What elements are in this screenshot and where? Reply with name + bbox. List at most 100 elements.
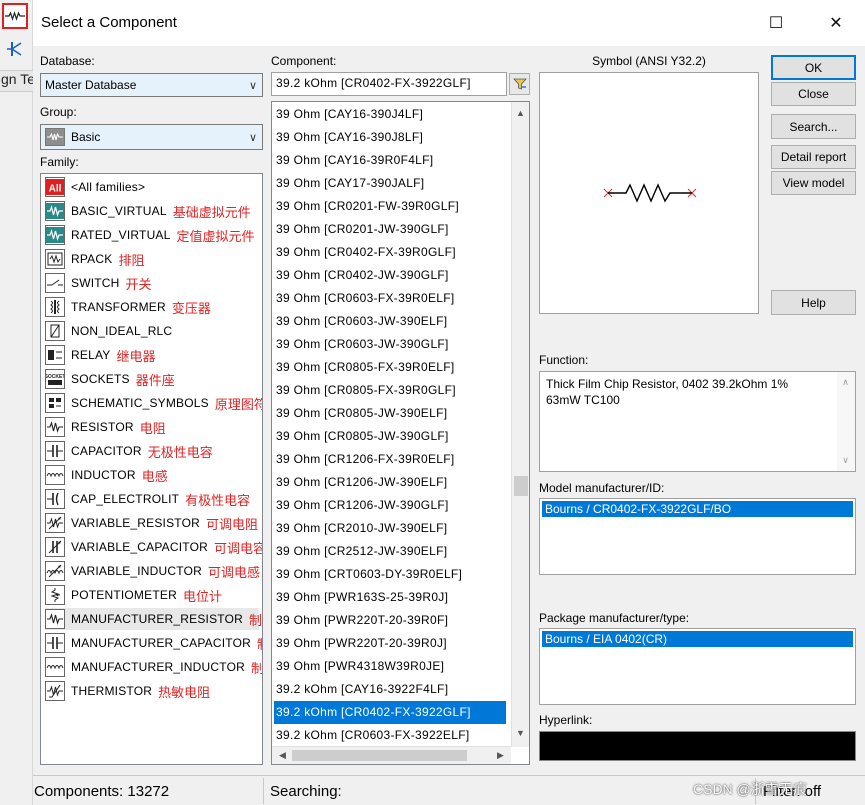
component-list-item[interactable]: 39 Ohm [CR1206-JW-390GLF] (274, 494, 506, 517)
family-item[interactable]: RESISTOR 电阻 (45, 416, 166, 438)
family-item[interactable]: RELAY 继电器 (45, 344, 155, 366)
detail-report-button[interactable]: Detail report (771, 145, 856, 169)
family-item-annotation: 制造商电容 (257, 634, 262, 653)
component-list-item[interactable]: 39 Ohm [PWR4318W39R0JE] (274, 655, 506, 678)
transistor-tool-icon[interactable] (4, 38, 26, 60)
component-list-item[interactable]: 39 Ohm [PWR220T-20-39R0F] (274, 609, 506, 632)
family-item[interactable]: POTENTIOMETER 电位计 (45, 584, 222, 606)
database-label: Database: (40, 54, 95, 68)
component-list-item[interactable]: 39 Ohm [PWR220T-20-39R0J] (274, 632, 506, 655)
package-manufacturer-list[interactable]: Bourns / EIA 0402(CR) (539, 628, 856, 705)
close-button[interactable]: Close (771, 82, 856, 106)
component-list-item[interactable]: 39 Ohm [PWR163S-25-39R0J] (274, 586, 506, 609)
component-list-item[interactable]: 39 Ohm [CR0603-JW-390ELF] (274, 310, 506, 333)
manufacturer-resistor-icon (45, 609, 65, 629)
family-item-label: RESISTOR (71, 420, 134, 434)
family-item[interactable]: THERMISTOR 热敏电阻 (45, 680, 210, 702)
close-window-button[interactable]: ✕ (813, 0, 859, 46)
family-item[interactable]: VARIABLE_CAPACITOR 可调电容 (45, 536, 262, 558)
ok-button[interactable]: OK (771, 55, 856, 80)
family-item-label: RATED_VIRTUAL (71, 228, 171, 242)
component-list-item[interactable]: 39 Ohm [CR0603-JW-390GLF] (274, 333, 506, 356)
family-item[interactable]: MANUFACTURER_INDUCTOR 制造商电感 (45, 656, 262, 678)
family-item[interactable]: CAPACITOR 无极性电容 (45, 440, 213, 462)
family-item[interactable]: All <All families> (45, 176, 145, 198)
scroll-up-arrow-icon[interactable]: ∧ (837, 374, 854, 391)
select-component-dialog: Select a Component ☐ ✕ Database: Master … (33, 0, 865, 805)
family-item[interactable]: RPACK 排阻 (45, 248, 144, 270)
component-list-item[interactable]: 39 Ohm [CR0603-FX-39R0ELF] (274, 287, 506, 310)
family-item[interactable]: MANUFACTURER_CAPACITOR 制造商电容 (45, 632, 262, 654)
component-list-item[interactable]: 39 Ohm [CR1206-FX-39R0ELF] (274, 448, 506, 471)
maximize-button[interactable]: ☐ (753, 0, 799, 46)
component-list-item[interactable]: 39 Ohm [CR0805-JW-390ELF] (274, 402, 506, 425)
component-list-item[interactable]: 39 Ohm [CAY16-390J4LF] (274, 103, 506, 126)
family-item-annotation: 基础虚拟元件 (172, 204, 251, 220)
family-item[interactable]: NON_IDEAL_RLC (45, 320, 172, 342)
hyperlink-field[interactable] (539, 731, 856, 761)
svg-text:SOCKET: SOCKET (46, 374, 64, 380)
capacitor-icon (45, 441, 65, 461)
family-item[interactable]: VARIABLE_RESISTOR 可调电阻 (45, 512, 258, 534)
component-list-item[interactable]: 39 Ohm [CR2512-JW-390ELF] (274, 540, 506, 563)
family-list[interactable]: All <All families> BASIC_VIRTUAL 基础虚拟元件 RATE… (40, 173, 263, 765)
function-text: Thick Film Chip Resistor, 0402 39.2kOhm … (546, 377, 789, 407)
family-item[interactable]: TRANSFORMER 变压器 (45, 296, 211, 318)
title-bar: Select a Component ☐ ✕ (33, 0, 865, 46)
component-list-item[interactable]: 39 Ohm [CAY17-390JALF] (274, 172, 506, 195)
scroll-down-arrow-icon[interactable]: ∨ (837, 452, 854, 469)
family-item[interactable]: CAP_ELECTROLIT 有极性电容 (45, 488, 250, 510)
component-list-item[interactable]: 39 Ohm [CR0201-JW-390GLF] (274, 218, 506, 241)
family-item[interactable]: SCHEMATIC_SYMBOLS 原理图符号 (45, 392, 262, 414)
component-list-item[interactable]: 39 Ohm [CR1206-JW-390ELF] (274, 471, 506, 494)
search-button[interactable]: Search... (771, 114, 856, 139)
family-item-annotation: 继电器 (116, 348, 156, 364)
component-list-item[interactable]: 39 Ohm [CR0805-FX-39R0ELF] (274, 356, 506, 379)
component-list-item[interactable]: 39 Ohm [CRT0603-DY-39R0ELF] (274, 563, 506, 586)
component-list-item[interactable]: 39.2 kOhm [CR0402-FX-3922GLF] (274, 701, 506, 724)
view-model-button[interactable]: View model (771, 171, 856, 195)
component-list-item[interactable]: 39 Ohm [CR0805-JW-390GLF] (274, 425, 506, 448)
virtual-resistor-icon (45, 201, 65, 221)
family-item[interactable]: VARIABLE_INDUCTOR 可调电感 (45, 560, 260, 582)
scroll-left-arrow-icon[interactable]: ◀ (274, 747, 291, 764)
group-select[interactable]: Basic ∨ (40, 124, 263, 150)
switch-icon (45, 273, 65, 293)
family-item-annotation: 可调电感 (208, 564, 261, 580)
scroll-right-arrow-icon[interactable]: ▶ (492, 747, 509, 764)
component-list-item[interactable]: 39 Ohm [CR2010-JW-390ELF] (274, 517, 506, 540)
component-list-item[interactable]: 39.2 kOhm [CR0603-FX-3922ELF] (274, 724, 506, 747)
model-manufacturer-list[interactable]: Bourns / CR0402-FX-3922GLF/BO (539, 498, 856, 575)
function-textbox[interactable]: Thick Film Chip Resistor, 0402 39.2kOhm … (539, 371, 856, 472)
filter-button[interactable] (509, 73, 530, 95)
resistor-symbol-icon (603, 183, 697, 203)
database-select[interactable]: Master Database ∨ (40, 73, 263, 97)
component-list-item[interactable]: 39 Ohm [CAY16-390J8LF] (274, 126, 506, 149)
app-component-icon[interactable] (2, 3, 28, 29)
component-list-item[interactable]: 39 Ohm [CAY16-39R0F4LF] (274, 149, 506, 172)
family-item[interactable]: SOCKET SOCKETS 器件座 (45, 368, 175, 390)
family-item[interactable]: SWITCH 开关 (45, 272, 152, 294)
component-list-item[interactable]: 39 Ohm [CR0402-JW-390GLF] (274, 264, 506, 287)
package-manufacturer-item[interactable]: Bourns / EIA 0402(CR) (542, 631, 853, 647)
component-search-input[interactable]: 39.2 kOhm [CR0402-FX-3922GLF] (271, 72, 507, 96)
scroll-up-arrow-icon[interactable]: ▲ (512, 104, 529, 121)
family-item[interactable]: INDUCTOR 电感 (45, 464, 168, 486)
function-label: Function: (539, 353, 589, 367)
family-item[interactable]: BASIC_VIRTUAL 基础虚拟元件 (45, 200, 251, 222)
component-list-item[interactable]: 39 Ohm [CR0201-FW-39R0GLF] (274, 195, 506, 218)
scrollbar-thumb[interactable] (514, 476, 528, 496)
family-item[interactable]: MANUFACTURER_RESISTOR 制造商电阻 (45, 608, 262, 630)
model-manufacturer-item[interactable]: Bourns / CR0402-FX-3922GLF/BO (542, 501, 853, 517)
help-button[interactable]: Help (771, 290, 856, 315)
component-list-item[interactable]: 39 Ohm [CR0805-FX-39R0GLF] (274, 379, 506, 402)
component-list-vertical-scrollbar[interactable]: ▲ ▼ (511, 102, 529, 747)
scroll-down-arrow-icon[interactable]: ▼ (512, 724, 529, 741)
horizontal-scrollbar-thumb[interactable] (292, 750, 467, 761)
component-list[interactable]: ▲ ▼ ◀ ▶ 39 Ohm [CAY16-390J4LF] 39 Ohm [CA… (271, 101, 530, 765)
component-list-horizontal-scrollbar[interactable]: ◀ ▶ (272, 746, 511, 764)
component-list-item[interactable]: 39 Ohm [CR0402-FX-39R0GLF] (274, 241, 506, 264)
function-scrollbar[interactable]: ∧ ∨ (837, 372, 855, 471)
component-list-item[interactable]: 39.2 kOhm [CAY16-3922F4LF] (274, 678, 506, 701)
family-item[interactable]: RATED_VIRTUAL 定值虚拟元件 (45, 224, 255, 246)
